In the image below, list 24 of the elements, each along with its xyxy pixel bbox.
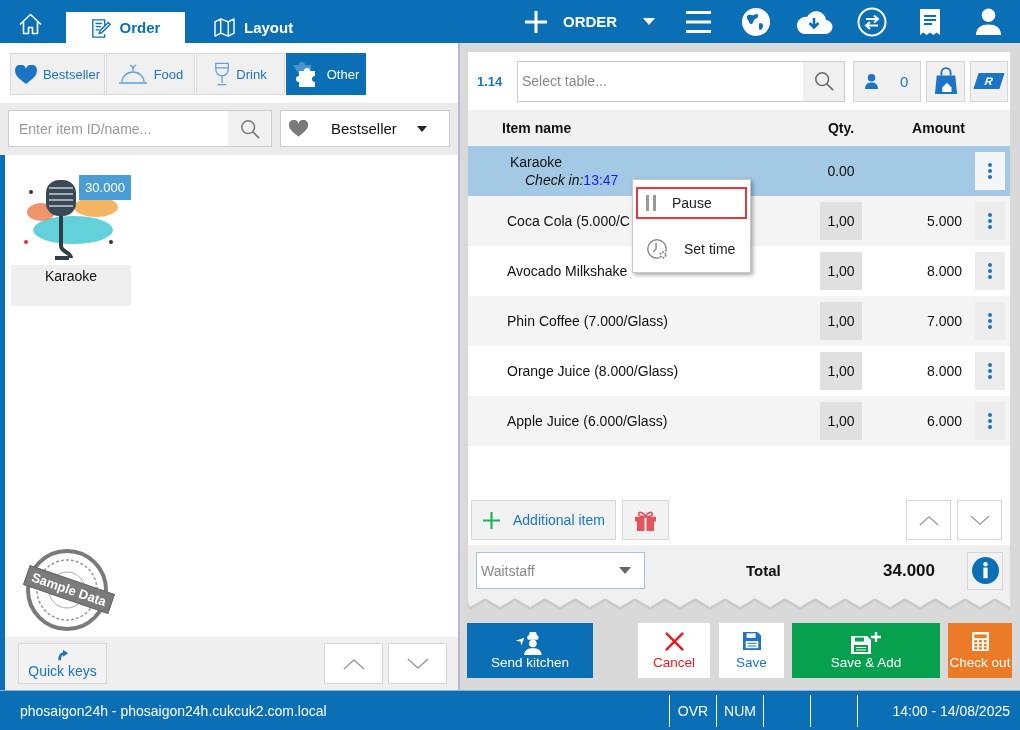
total-label: Total xyxy=(746,562,781,579)
item-name: Karaoke xyxy=(510,154,563,170)
indicator-text: OVR xyxy=(677,702,709,719)
table-number: 1.14 xyxy=(477,73,504,89)
item-name: Avocado Milkshake xyxy=(507,263,628,279)
amount-text: 5.000 xyxy=(926,213,962,229)
check-in-text: Check in:13:47 xyxy=(525,172,619,188)
item-name: Apple Juice (6.000/Glass) xyxy=(507,413,668,429)
column-header: Qty. xyxy=(827,120,855,136)
column-header: Item name xyxy=(501,120,572,136)
amount-text: 8.000 xyxy=(926,263,962,279)
amount-text: 7.000 xyxy=(926,313,962,329)
indicator-text: NUM xyxy=(724,702,756,719)
quantity-text: 0.00 xyxy=(827,163,855,179)
item-name: Coca Cola (5.000/C xyxy=(507,213,630,229)
total-amount: 34.000 xyxy=(883,560,935,581)
price-badge: 30.000 xyxy=(79,175,131,200)
item-name: Phin Coffee (7.000/Glass) xyxy=(507,313,668,329)
item-name: Orange Juice (8.000/Glass) xyxy=(507,363,679,379)
date-time-text: 14:00 - 14/08/2025 xyxy=(892,702,1010,719)
amount-text: 6.000 xyxy=(926,413,962,429)
connection-text: phosaigon24h - phosaigon24h.cukcuk2.com.local xyxy=(19,702,328,719)
column-header: Amount xyxy=(912,120,965,136)
amount-text: 8.000 xyxy=(926,363,962,379)
